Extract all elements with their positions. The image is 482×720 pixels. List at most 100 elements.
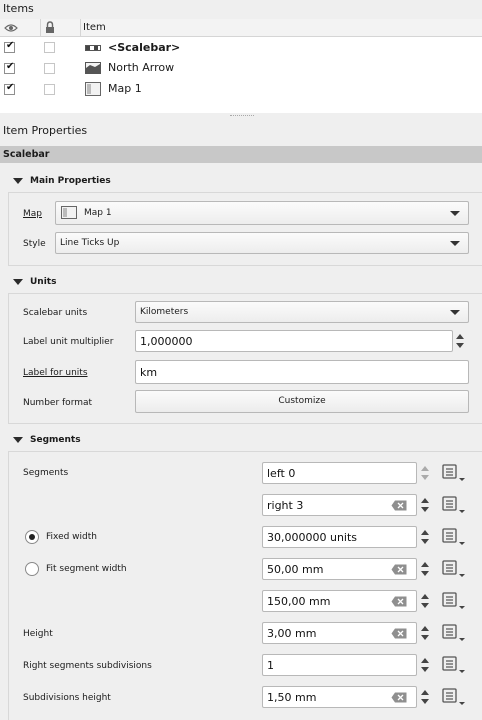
collapse-triangle-icon[interactable]: [13, 279, 23, 285]
clear-field-icon[interactable]: [391, 596, 407, 607]
map-icon: [61, 206, 77, 219]
section-units[interactable]: Units: [0, 274, 482, 291]
fit-max-width-input[interactable]: 150,00 mm: [262, 590, 417, 612]
collapse-triangle-icon[interactable]: [13, 178, 23, 184]
map-combo-value: Map 1: [84, 208, 112, 218]
data-defined-override-icon[interactable]: [441, 527, 467, 547]
panel-splitter[interactable]: [230, 115, 254, 117]
style-label: Style: [23, 239, 46, 249]
fixed-width-input[interactable]: 30,000000 units: [262, 526, 417, 548]
data-defined-override-icon[interactable]: [441, 687, 467, 707]
subdivisions-height-stepper[interactable]: [418, 686, 432, 708]
segments-left-stepper[interactable]: [418, 462, 432, 484]
segments-group: [8, 451, 482, 720]
spin-down-icon[interactable]: [421, 603, 429, 608]
segments-right-stepper[interactable]: [418, 494, 432, 516]
eye-icon: [4, 24, 18, 32]
section-segments[interactable]: Segments: [0, 432, 482, 449]
spin-up-icon[interactable]: [421, 466, 429, 471]
scalebar-icon: [85, 45, 101, 51]
collapse-triangle-icon[interactable]: [13, 437, 23, 443]
fixed-width-radio[interactable]: [25, 530, 39, 544]
clear-field-icon[interactable]: [391, 500, 407, 511]
section-title: Main Properties: [30, 176, 111, 186]
chevron-down-icon: [450, 310, 460, 315]
item-column-header: Item: [83, 22, 106, 33]
spin-up-icon[interactable]: [456, 334, 464, 339]
scalebar-units-label: Scalebar units: [23, 308, 88, 318]
clear-field-icon[interactable]: [391, 564, 407, 575]
height-input[interactable]: 3,00 mm: [262, 622, 417, 644]
subdivisions-height-input[interactable]: 1,50 mm: [262, 686, 417, 708]
clear-field-icon[interactable]: [391, 628, 407, 639]
subdivisions-height-label: Subdivisions height: [23, 693, 111, 703]
item-row-scalebar[interactable]: <Scalebar>: [0, 37, 482, 58]
lock-checkbox[interactable]: [44, 42, 55, 53]
map-combo[interactable]: Map 1: [55, 201, 469, 225]
spin-up-icon[interactable]: [421, 530, 429, 535]
spin-up-icon[interactable]: [421, 626, 429, 631]
spin-down-icon[interactable]: [421, 475, 429, 480]
segments-right-input[interactable]: right 3: [262, 494, 417, 516]
customize-button[interactable]: Customize: [135, 390, 469, 413]
visibility-checkbox[interactable]: [4, 82, 15, 95]
spin-down-icon[interactable]: [421, 635, 429, 640]
scalebar-units-combo[interactable]: Kilometers: [135, 301, 469, 323]
section-title: Segments: [30, 435, 81, 445]
spin-down-icon[interactable]: [421, 507, 429, 512]
spin-up-icon[interactable]: [421, 690, 429, 695]
multiplier-stepper[interactable]: [453, 330, 467, 352]
subdivisions-stepper[interactable]: [418, 654, 432, 676]
data-defined-override-icon[interactable]: [441, 655, 467, 675]
spin-up-icon[interactable]: [421, 594, 429, 599]
north-arrow-icon: [85, 62, 101, 74]
data-defined-override-icon[interactable]: [441, 591, 467, 611]
items-panel-title: Items: [3, 2, 34, 15]
section-main-properties[interactable]: Main Properties: [0, 173, 482, 190]
label-for-units-input[interactable]: km: [135, 360, 469, 384]
segments-label: Segments: [23, 468, 69, 478]
subdivisions-label: Right segments subdivisions: [23, 661, 152, 671]
style-combo[interactable]: Line Ticks Up: [55, 232, 469, 254]
spin-down-icon[interactable]: [421, 699, 429, 704]
spin-down-icon[interactable]: [421, 667, 429, 672]
item-row-north-arrow[interactable]: North Arrow: [0, 58, 482, 79]
chevron-down-icon: [450, 211, 460, 216]
height-stepper[interactable]: [418, 622, 432, 644]
map-label: Map: [23, 209, 42, 219]
fit-min-width-input[interactable]: 50,00 mm: [262, 558, 417, 580]
visibility-checkbox[interactable]: [4, 61, 15, 74]
data-defined-override-icon[interactable]: [441, 463, 467, 483]
spin-up-icon[interactable]: [421, 658, 429, 663]
item-properties-title: Item Properties: [3, 124, 88, 137]
multiplier-label: Label unit multiplier: [23, 337, 114, 347]
fit-max-width-stepper[interactable]: [418, 590, 432, 612]
fixed-width-stepper[interactable]: [418, 526, 432, 548]
items-list-header: Item: [0, 19, 482, 37]
spin-down-icon[interactable]: [421, 571, 429, 576]
data-defined-override-icon[interactable]: [441, 495, 467, 515]
fit-segment-width-radio[interactable]: [25, 562, 39, 576]
spin-down-icon[interactable]: [456, 343, 464, 348]
subdivisions-input[interactable]: 1: [262, 654, 417, 676]
lock-checkbox[interactable]: [44, 84, 55, 95]
items-list[interactable]: Item <Scalebar> North Arrow Map 1: [0, 19, 482, 113]
item-row-map[interactable]: Map 1: [0, 79, 482, 100]
fixed-width-label: Fixed width: [46, 532, 97, 542]
spin-up-icon[interactable]: [421, 562, 429, 567]
label-for-units-label: Label for units: [23, 368, 88, 378]
segments-left-input[interactable]: left 0: [262, 462, 417, 484]
data-defined-override-icon[interactable]: [441, 559, 467, 579]
fit-min-width-stepper[interactable]: [418, 558, 432, 580]
chevron-down-icon: [450, 241, 460, 246]
scalebar-units-value: Kilometers: [140, 307, 189, 317]
data-defined-override-icon[interactable]: [441, 623, 467, 643]
clear-field-icon[interactable]: [391, 692, 407, 703]
lock-checkbox[interactable]: [44, 63, 55, 74]
spin-up-icon[interactable]: [421, 498, 429, 503]
section-title: Units: [30, 277, 57, 287]
visibility-checkbox[interactable]: [4, 40, 15, 53]
height-label: Height: [23, 629, 53, 639]
spin-down-icon[interactable]: [421, 539, 429, 544]
multiplier-input[interactable]: 1,000000: [135, 330, 453, 352]
